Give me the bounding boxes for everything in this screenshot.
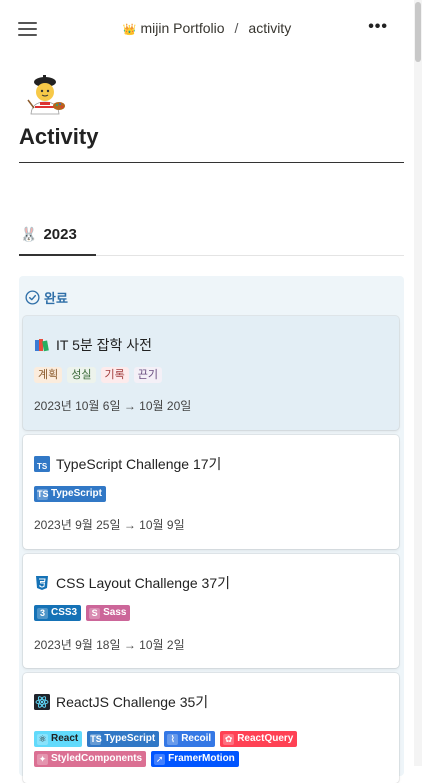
- card-css-layout-challenge[interactable]: CSS Layout Challenge 37기 3 CSS3 S Sass 202…: [23, 554, 399, 668]
- breadcrumb: 👑 mijin Portfolio / activity: [0, 20, 414, 36]
- card-it-dictionary[interactable]: IT 5분 잡학 사전 계획 성실 기록 끈기 2023년 10월 6일 → 1…: [23, 316, 399, 430]
- chip-label: Sass: [103, 607, 127, 618]
- sass-icon: S: [89, 607, 101, 619]
- framer-motion-icon: ➚: [154, 753, 166, 765]
- breadcrumb-workspace[interactable]: mijin Portfolio: [140, 20, 224, 36]
- chip-react: ⚛ React: [34, 731, 83, 747]
- card-reactjs-challenge[interactable]: ReactJS Challenge 35기 ⚛ React TS TypeScrip…: [23, 673, 399, 783]
- chip-label: ReactQuery: [237, 733, 294, 744]
- page-title: Activity: [19, 124, 99, 149]
- tag-list: TS TypeScript: [34, 486, 394, 502]
- tag-list: ⚛ React TS TypeScript ⌇ Recoil ✿ ReactQuery …: [34, 731, 394, 767]
- card-title: IT 5분 잡학 사전: [56, 337, 153, 353]
- date-range: 2023년 9월 18일 → 10월 2일: [34, 638, 185, 652]
- tag: 끈기: [133, 367, 162, 383]
- chip-typescript: TS TypeScript: [34, 486, 106, 502]
- tag-list: 계획 성실 기록 끈기: [34, 367, 394, 383]
- breadcrumb-separator: /: [234, 20, 239, 36]
- card-title: ReactJS Challenge 35기: [56, 694, 209, 710]
- chip-css3: 3 CSS3: [34, 605, 82, 621]
- scrollbar[interactable]: [414, 0, 422, 766]
- css3-icon: 3: [37, 607, 48, 619]
- typescript-icon: TS: [37, 488, 49, 500]
- breadcrumb-page[interactable]: activity: [248, 20, 291, 36]
- typescript-icon: TS: [34, 456, 50, 472]
- chip-label: FramerMotion: [168, 753, 235, 764]
- chip-styled-components: ✦ StyledComponents: [34, 751, 147, 767]
- active-tab-indicator: [19, 254, 96, 256]
- title-divider: [19, 162, 404, 163]
- card-typescript-challenge[interactable]: TS TypeScript Challenge 17기 TS TypeScript…: [23, 435, 399, 549]
- chip-framer-motion: ➚ FramerMotion: [151, 751, 239, 767]
- chip-react-query: ✿ ReactQuery: [220, 731, 298, 747]
- tab-label: 2023: [43, 226, 77, 243]
- chip-sass: S Sass: [86, 605, 131, 621]
- date-range: 2023년 10월 6일 → 10월 20일: [34, 399, 192, 413]
- date-range: 2023년 9월 25일 → 10월 9일: [34, 518, 185, 532]
- tag: 기록: [100, 367, 129, 383]
- check-circle-icon: [25, 290, 40, 305]
- chip-label: StyledComponents: [51, 753, 143, 764]
- card-title: TypeScript Challenge 17기: [56, 456, 222, 472]
- react-icon: [34, 694, 50, 710]
- chip-label: TypeScript: [104, 733, 156, 744]
- recoil-icon: ⌇: [167, 733, 179, 745]
- react-query-icon: ✿: [223, 733, 235, 745]
- card-title-row: TS TypeScript Challenge 17기: [34, 454, 221, 474]
- tag-list: 3 CSS3 S Sass: [34, 605, 394, 621]
- crown-icon: 👑: [122, 24, 137, 36]
- tag: 계획: [34, 367, 63, 383]
- svg-text:TS: TS: [37, 462, 48, 471]
- css3-icon: [34, 575, 50, 591]
- books-icon: [34, 337, 50, 353]
- rabbit-icon: 🐰: [20, 226, 38, 242]
- chip-label: CSS3: [51, 607, 78, 618]
- artist-emoji-icon[interactable]: [26, 74, 66, 116]
- react-icon: ⚛: [37, 733, 48, 745]
- status-group-header[interactable]: 완료: [25, 288, 68, 307]
- chip-recoil: ⌇ Recoil: [164, 731, 216, 747]
- tab-2023[interactable]: 🐰 2023: [20, 226, 77, 243]
- more-options-button[interactable]: •••: [368, 18, 388, 36]
- typescript-icon: TS: [90, 733, 102, 745]
- card-title-row: CSS Layout Challenge 37기: [34, 573, 230, 593]
- status-label: 완료: [44, 291, 68, 306]
- scrollbar-thumb[interactable]: [415, 2, 421, 62]
- chip-typescript: TS TypeScript: [87, 731, 160, 747]
- card-title: CSS Layout Challenge 37기: [56, 575, 230, 591]
- tag: 성실: [67, 367, 96, 383]
- chip-label: React: [51, 733, 79, 744]
- card-title-row: IT 5분 잡학 사전: [34, 335, 152, 355]
- board-column-done: 완료 IT 5분 잡학 사전 계획 성실 기록 끈기 2023년 10월 6일 …: [19, 276, 404, 783]
- styled-components-icon: ✦: [37, 753, 48, 765]
- top-bar: 👑 mijin Portfolio / activity •••: [0, 0, 414, 56]
- chip-label: Recoil: [181, 733, 212, 744]
- chip-label: TypeScript: [51, 488, 102, 499]
- card-title-row: ReactJS Challenge 35기: [34, 692, 208, 712]
